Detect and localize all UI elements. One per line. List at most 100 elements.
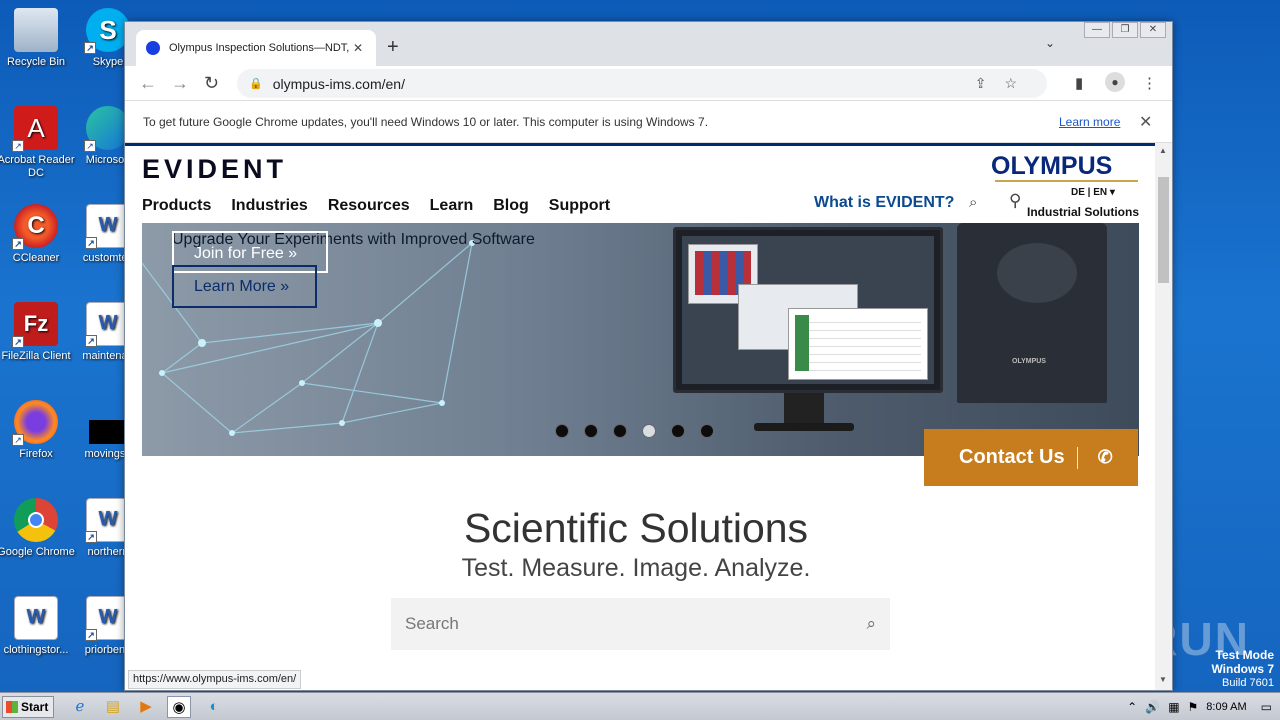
start-button[interactable]: Start [2,696,54,718]
shortcut-label: Firefox [19,448,53,460]
internet-explorer-icon[interactable]: ℯ [68,696,92,718]
nav-industries[interactable]: Industries [231,197,307,215]
tab-strip: Olympus Inspection Solutions—NDT, ✕ + ⌄ … [125,22,1172,66]
chrome-shortcut[interactable]: Google Chrome [0,498,76,559]
search-icon[interactable]: ⌕ [969,194,977,211]
clock[interactable]: 8:09 AM [1206,701,1246,713]
recycle-bin-shortcut[interactable]: Recycle Bin [0,8,76,69]
file-thumbnail-icon [89,420,127,444]
taskbar: Start ℯ ▤ ▶ ◉ ◐ ⌃ 🔊 ▦ ⚑ 8:09 AM ▭ [0,692,1280,720]
forward-arrow-icon[interactable]: → [171,73,189,94]
data-grid-graphic [795,315,921,371]
test-mode-line: Test Mode [1215,648,1274,662]
show-desktop-icon[interactable]: ▭ [1261,700,1272,714]
contact-us-button[interactable]: Contact Us ✆ [924,429,1138,486]
close-window-button[interactable]: ✕ [1140,22,1166,38]
scrollbar-thumb[interactable] [1158,177,1169,283]
carousel-dot[interactable] [671,424,685,438]
ccleaner-shortcut[interactable]: C ↗ CCleaner [0,204,76,265]
nav-support[interactable]: Support [549,197,610,215]
chrome-taskbar-icon[interactable]: ◉ [167,696,191,718]
firefox-icon: ↗ [12,400,58,446]
infobar-message: To get future Google Chrome updates, you… [143,114,709,129]
minimize-button[interactable]: — [1084,22,1110,38]
language-selector[interactable]: DE | EN ▾ [1071,187,1115,198]
nav-products[interactable]: Products [142,197,211,215]
restore-button[interactable]: ❐ [1112,22,1138,38]
software-window-graphic [788,308,928,380]
monitor-base-graphic [754,423,854,431]
page-title: Scientific Solutions [463,505,809,551]
tray-expand-icon[interactable]: ⌃ [1127,700,1137,714]
tab-search-chevron-icon[interactable]: ⌄ [1045,36,1055,50]
hero-carousel: Upgrade Your Experiments with Improved S… [142,223,1139,456]
active-tab[interactable]: Olympus Inspection Solutions—NDT, ✕ [136,30,376,66]
shortcut-label: CCleaner [12,252,60,264]
action-center-flag-icon[interactable]: ⚑ [1188,700,1199,714]
url-text[interactable]: olympus-ims.com/en/ [273,76,405,92]
carousel-dot[interactable] [613,424,627,438]
carousel-dot[interactable] [700,424,714,438]
start-label: Start [21,700,49,714]
scroll-up-icon[interactable]: ▲ [1159,146,1167,155]
page-subtitle: Test. Measure. Image. Analyze. [461,554,811,582]
update-infobar: To get future Google Chrome updates, you… [125,101,1172,143]
edge-taskbar-icon[interactable]: ◐ [202,696,226,718]
kebab-menu-icon[interactable]: ⋮ [1142,74,1157,92]
search-icon[interactable]: ⌕ [866,614,876,634]
file-explorer-icon[interactable]: ▤ [101,696,125,718]
microscope-head-graphic [997,243,1077,303]
infobar-close-icon[interactable]: ✕ [1139,112,1152,132]
back-arrow-icon[interactable]: ← [139,73,157,94]
acrobat-shortcut[interactable]: A ↗ Acrobat Reader DC [0,106,76,180]
build-line: Build 7601 [1222,677,1274,689]
divider [1076,446,1078,469]
new-tab-button[interactable]: + [387,36,399,59]
chrome-icon [14,498,58,542]
volume-icon[interactable]: 🔊 [1145,700,1160,714]
tab-close-icon[interactable]: ✕ [350,41,366,55]
shortcut-label: Google Chrome [0,546,75,558]
search-input[interactable]: Search [405,614,459,634]
monitor-screen [682,236,934,384]
user-account-icon[interactable]: ⚲ [1009,191,1021,211]
nav-learn[interactable]: Learn [430,197,474,215]
page-scrollbar[interactable]: ▲ ▼ [1155,143,1172,690]
site-search-box[interactable]: Search ⌕ [391,598,890,650]
firefox-shortcut[interactable]: ↗ Firefox [0,400,76,461]
carousel-dot-active[interactable] [642,424,656,438]
windows-logo-icon [6,701,18,713]
ccleaner-icon: C ↗ [12,204,58,250]
side-panel-icon[interactable]: ▮ [1075,74,1083,92]
shortcut-label: Acrobat Reader DC [0,154,75,179]
olympus-logo[interactable]: OLYMPUS [991,152,1112,181]
microscope-brand: OLYMPUS [1012,358,1046,365]
learn-more-link[interactable]: Learn more [1059,115,1120,129]
word-doc-clothingstore[interactable]: W clothingstor... [0,596,76,657]
nav-resources[interactable]: Resources [328,197,410,215]
industrial-solutions-label: Industrial Solutions [1027,205,1140,219]
scroll-down-icon[interactable]: ▼ [1159,675,1167,684]
network-icon[interactable]: ▦ [1168,700,1179,714]
learn-more-button[interactable]: Learn More » [172,265,317,308]
shortcut-label: FileZilla Client [1,350,71,362]
profile-avatar-icon[interactable]: ● [1105,72,1125,92]
test-mode-notice: Test Mode Windows 7 Build 7601 [1211,648,1274,690]
contact-us-label: Contact Us [959,446,1065,468]
filezilla-shortcut[interactable]: Fz ↗ FileZilla Client [0,302,76,363]
lock-icon[interactable]: 🔒 [249,77,263,90]
windows-version-line: Windows 7 [1211,662,1274,676]
window-controls: — ❐ ✕ [1082,22,1166,38]
nav-blog[interactable]: Blog [493,197,529,215]
carousel-dot[interactable] [584,424,598,438]
carousel-dot[interactable] [555,424,569,438]
recycle-bin-icon [14,8,58,52]
filezilla-icon: Fz ↗ [12,302,58,348]
address-bar[interactable]: 🔒 olympus-ims.com/en/ ⇪☆ [237,69,1047,98]
reload-icon[interactable]: ↻ [204,73,219,94]
what-is-evident-link[interactable]: What is EVIDENT? [814,194,954,212]
evident-logo[interactable]: EVIDENT [142,154,287,185]
media-player-icon[interactable]: ▶ [134,696,158,718]
acrobat-icon: A ↗ [12,106,58,152]
share-and-bookmark-icons[interactable]: ⇪☆ [975,75,1035,92]
